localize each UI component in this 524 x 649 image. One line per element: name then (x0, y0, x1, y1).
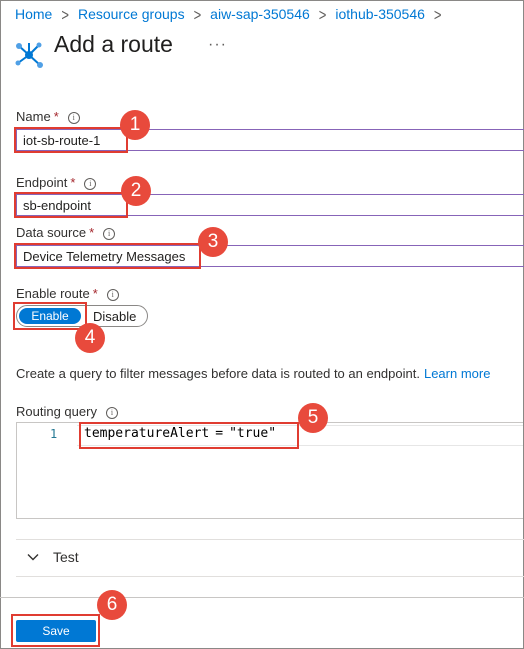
data-source-label: Data source * i (16, 225, 116, 240)
chevron-right-icon: > (433, 4, 442, 24)
route-icon (15, 42, 43, 68)
disable-option[interactable]: Disable (93, 309, 136, 324)
section-divider (16, 539, 524, 540)
query-value: "true" (229, 426, 277, 441)
query-description: Create a query to filter messages before… (16, 366, 490, 381)
annotation-badge-6: 6 (97, 590, 127, 620)
annotation-badge-4: 4 (75, 323, 105, 353)
enable-route-label: Enable route * i (16, 286, 119, 301)
name-label-text: Name (16, 109, 51, 124)
test-label: Test (53, 549, 79, 565)
learn-more-link[interactable]: Learn more (424, 366, 490, 381)
name-input[interactable]: iot-sb-route-1 (16, 129, 524, 151)
name-input-value: iot-sb-route-1 (23, 133, 101, 148)
data-source-label-text: Data source (16, 225, 87, 240)
page-title: Add a route (54, 31, 173, 57)
annotation-badge-5: 5 (298, 403, 328, 433)
required-marker: * (92, 286, 98, 301)
query-code[interactable]: temperatureAlert = "true" (84, 426, 276, 441)
endpoint-label: Endpoint * i (16, 175, 97, 190)
chevron-right-icon: > (61, 4, 69, 24)
breadcrumb-iothub[interactable]: iothub-350546 (335, 6, 425, 22)
enable-route-toggle: Enable Disable (16, 305, 148, 327)
chevron-right-icon: > (193, 4, 202, 24)
test-section-toggle[interactable]: Test (27, 549, 79, 565)
endpoint-label-text: Endpoint (16, 175, 68, 190)
breadcrumb-home[interactable]: Home (15, 6, 52, 22)
annotation-badge-3: 3 (198, 227, 228, 257)
footer-divider (0, 597, 524, 598)
name-label: Name * i (16, 109, 80, 124)
line-number: 1 (50, 427, 58, 441)
chevron-down-icon (27, 554, 39, 561)
breadcrumb-resource-group[interactable]: aiw-sap-350546 (210, 6, 310, 22)
annotation-badge-2: 2 (121, 176, 151, 206)
info-icon[interactable]: i (106, 289, 119, 301)
query-operator: = (215, 426, 224, 441)
routing-query-label-text: Routing query (16, 404, 97, 419)
required-marker: * (70, 175, 76, 190)
query-field: temperatureAlert (84, 426, 210, 441)
more-icon[interactable]: ··· (208, 36, 227, 54)
data-source-dropdown-value: Device Telemetry Messages (23, 249, 186, 264)
routing-query-label: Routing query i (16, 404, 118, 419)
enable-route-label-text: Enable route (16, 286, 90, 301)
save-button[interactable]: Save (16, 620, 96, 642)
chevron-right-icon: > (318, 4, 327, 24)
info-icon[interactable]: i (84, 178, 97, 190)
info-icon[interactable]: i (105, 407, 118, 419)
breadcrumb: Home > Resource groups > aiw-sap-350546 … (15, 4, 451, 24)
enable-option[interactable]: Enable (19, 308, 81, 324)
routing-query-editor[interactable]: 1 temperatureAlert = "true" (16, 422, 523, 519)
annotation-badge-1: 1 (120, 110, 150, 140)
info-icon[interactable]: i (67, 112, 80, 124)
required-marker: * (89, 225, 95, 240)
info-icon[interactable]: i (103, 228, 116, 240)
section-divider (16, 576, 524, 577)
required-marker: * (53, 109, 59, 124)
endpoint-dropdown[interactable]: sb-endpoint (16, 194, 524, 216)
breadcrumb-resource-groups[interactable]: Resource groups (78, 6, 185, 22)
endpoint-dropdown-value: sb-endpoint (23, 198, 91, 213)
data-source-dropdown[interactable]: Device Telemetry Messages (16, 245, 524, 267)
query-description-text: Create a query to filter messages before… (16, 366, 420, 381)
